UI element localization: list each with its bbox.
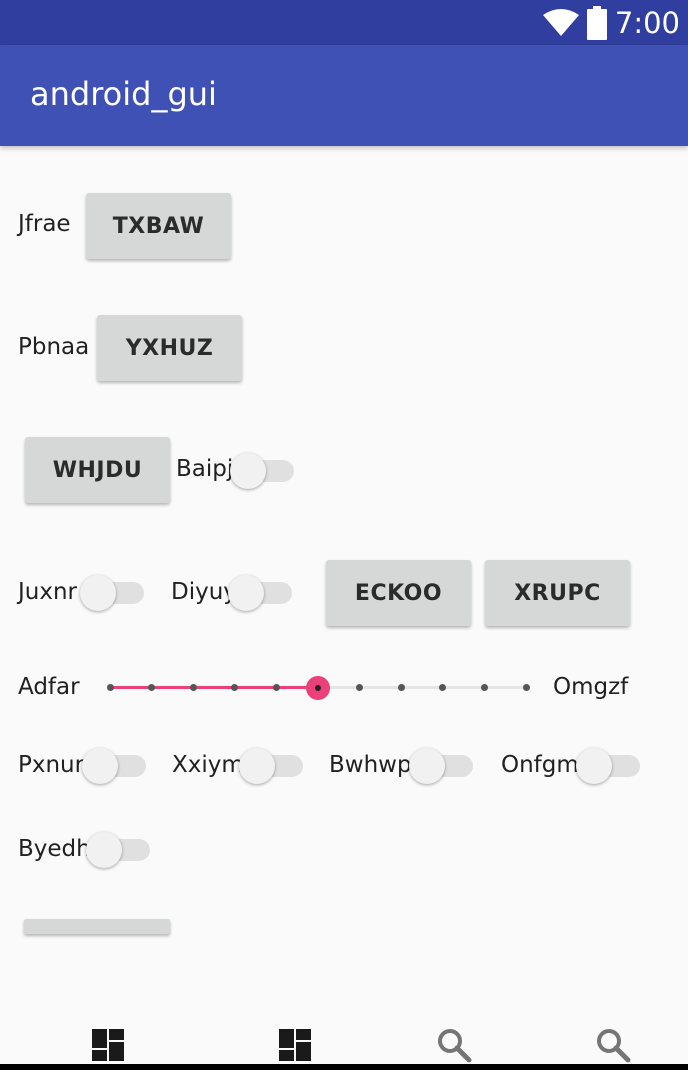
juxnr-label: Juxnr (18, 579, 78, 605)
adfar-label: Adfar (18, 674, 80, 700)
seekbar-tick (231, 684, 239, 691)
xxiym-label: Xxiym (172, 752, 244, 778)
seekbar-tick (189, 684, 197, 691)
seekbar-tick (397, 684, 405, 691)
seekbar-tick (272, 684, 280, 691)
nav-item-4[interactable] (593, 1025, 633, 1065)
onfgm-switch[interactable] (576, 745, 642, 785)
switch-thumb (409, 748, 445, 784)
bottom-nav (0, 1015, 688, 1064)
yxhuz-button[interactable]: YXHUZ (97, 315, 242, 381)
switch-thumb (228, 575, 264, 611)
dashboard-icon (92, 1029, 124, 1061)
seekbar-thumb[interactable] (306, 676, 330, 700)
jfrae-label: Jfrae (18, 211, 71, 237)
pbnaa-label: Pbnaa (18, 334, 90, 360)
switch-thumb (230, 453, 266, 489)
whjdu-button[interactable]: WHJDU (25, 437, 170, 503)
seekbar-progress (110, 686, 318, 689)
omgzf-label: Omgzf (553, 674, 629, 700)
status-time: 7:00 (614, 6, 680, 40)
seekbar-tick (522, 684, 530, 691)
seekbar-tick (439, 684, 447, 691)
byedh-label: Byedh (18, 836, 91, 862)
battery-icon (586, 6, 607, 40)
nav-item-3[interactable] (434, 1025, 474, 1065)
dashboard-icon (279, 1029, 311, 1061)
progress-bar (24, 919, 170, 934)
wifi-icon (542, 9, 579, 36)
status-bar: 7:00 (0, 0, 688, 45)
search-icon (438, 1029, 472, 1063)
search-icon (597, 1029, 631, 1063)
switch-thumb (576, 748, 612, 784)
status-icons: 7:00 (542, 4, 680, 42)
pxnur-label: Pxnur (18, 752, 85, 778)
xrupc-button[interactable]: XRUPC (485, 560, 630, 626)
pxnur-switch[interactable] (82, 745, 148, 785)
bwhwp-label: Bwhwp (329, 752, 412, 778)
switch-thumb (82, 748, 118, 784)
baipj-switch[interactable] (230, 450, 296, 490)
seekbar-tick (148, 684, 156, 691)
txbaw-button[interactable]: TXBAW (86, 193, 231, 259)
switch-thumb (86, 832, 122, 868)
diyuy-switch[interactable] (228, 572, 294, 612)
seekbar-tick (480, 684, 488, 691)
bwhwp-switch[interactable] (409, 745, 475, 785)
baipj-label: Baipj (176, 456, 234, 482)
nav-item-1[interactable] (88, 1025, 128, 1065)
eckoo-button[interactable]: ECKOO (326, 560, 471, 626)
app-title: android_gui (30, 75, 217, 113)
xxiym-switch[interactable] (239, 745, 305, 785)
seekbar-tick (106, 684, 114, 691)
onfgm-label: Onfgm (501, 752, 579, 778)
nav-item-2[interactable] (275, 1025, 315, 1065)
seekbar-tick (356, 684, 364, 691)
juxnr-switch[interactable] (80, 572, 146, 612)
discrete-seekbar[interactable] (106, 672, 530, 702)
byedh-switch[interactable] (86, 829, 152, 869)
switch-thumb (80, 575, 116, 611)
app-bar: android_gui (0, 45, 688, 146)
switch-thumb (239, 748, 275, 784)
navigation-bar-edge (0, 1064, 688, 1070)
